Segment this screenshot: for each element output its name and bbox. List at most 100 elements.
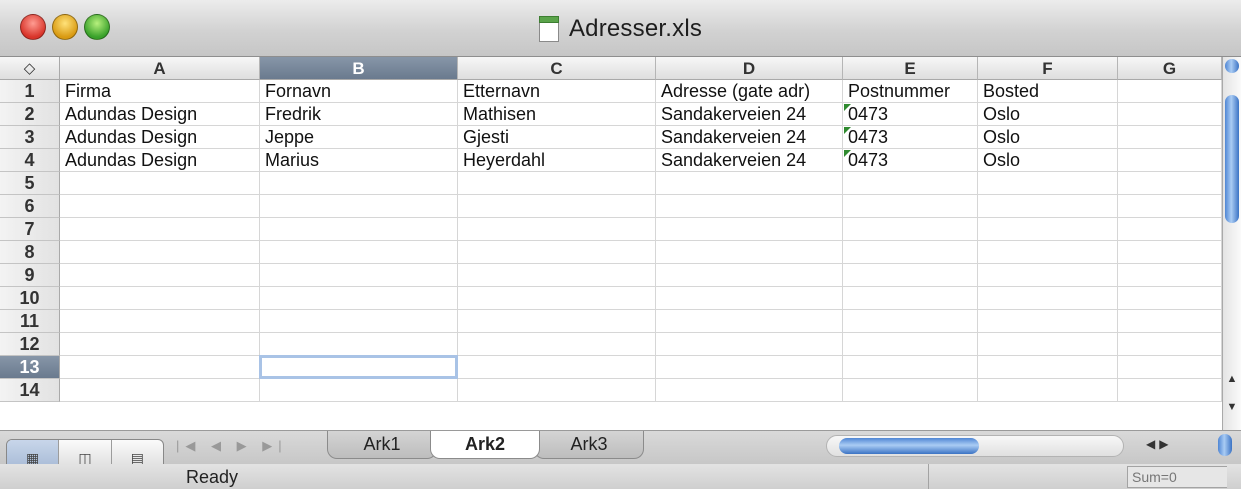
horizontal-scroll-arrows-icon[interactable]: ◀▶ [1146, 437, 1172, 451]
row-header[interactable]: 13 [0, 356, 60, 379]
cell-b10[interactable] [260, 287, 458, 310]
horizontal-scroll-thumb[interactable] [839, 438, 979, 454]
row-header[interactable]: 10 [0, 287, 60, 310]
cell-e5[interactable] [843, 172, 978, 195]
cell-e7[interactable] [843, 218, 978, 241]
cell-g5[interactable] [1118, 172, 1222, 195]
sheet-tab-ark3[interactable]: Ark3 [534, 431, 644, 459]
cell-a10[interactable] [60, 287, 260, 310]
row-header[interactable]: 2 [0, 103, 60, 126]
scroll-up-arrow-icon[interactable]: ▲ [1223, 369, 1241, 389]
cell-d4[interactable]: Sandakerveien 24 [656, 149, 843, 172]
cell-e9[interactable] [843, 264, 978, 287]
cell-c14[interactable] [458, 379, 656, 402]
cell-g6[interactable] [1118, 195, 1222, 218]
column-header-d[interactable]: D [656, 57, 843, 80]
cell-c8[interactable] [458, 241, 656, 264]
cell-f14[interactable] [978, 379, 1118, 402]
cell-c4[interactable]: Heyerdahl [458, 149, 656, 172]
cell-c13[interactable] [458, 356, 656, 379]
cell-g1[interactable] [1118, 80, 1222, 103]
cell-f11[interactable] [978, 310, 1118, 333]
cell-b11[interactable] [260, 310, 458, 333]
cell-g13[interactable] [1118, 356, 1222, 379]
row-header[interactable]: 14 [0, 379, 60, 402]
scroll-down-arrow-icon[interactable]: ▼ [1223, 397, 1241, 417]
row-header[interactable]: 7 [0, 218, 60, 241]
vertical-scroll-thumb[interactable] [1225, 95, 1239, 223]
cell-e4[interactable]: 0473 [843, 149, 978, 172]
column-header-f[interactable]: F [978, 57, 1118, 80]
row-header[interactable]: 11 [0, 310, 60, 333]
cell-f5[interactable] [978, 172, 1118, 195]
cell-a4[interactable]: Adundas Design [60, 149, 260, 172]
cell-a1[interactable]: Firma [60, 80, 260, 103]
cell-e12[interactable] [843, 333, 978, 356]
cell-e11[interactable] [843, 310, 978, 333]
cell-b8[interactable] [260, 241, 458, 264]
cell-e13[interactable] [843, 356, 978, 379]
cell-a12[interactable] [60, 333, 260, 356]
cell-b7[interactable] [260, 218, 458, 241]
cell-f10[interactable] [978, 287, 1118, 310]
cell-f2[interactable]: Oslo [978, 103, 1118, 126]
cell-g3[interactable] [1118, 126, 1222, 149]
select-all-icon[interactable]: ◇ [0, 57, 60, 80]
column-header-c[interactable]: C [458, 57, 656, 80]
cell-c9[interactable] [458, 264, 656, 287]
cell-c11[interactable] [458, 310, 656, 333]
cell-c7[interactable] [458, 218, 656, 241]
cell-d14[interactable] [656, 379, 843, 402]
cell-b2[interactable]: Fredrik [260, 103, 458, 126]
cell-a14[interactable] [60, 379, 260, 402]
sheet-navigation-arrows-icon[interactable]: |◀ ◀ ▶ ▶| [176, 438, 288, 454]
cell-e14[interactable] [843, 379, 978, 402]
cell-b13[interactable] [260, 356, 458, 379]
cell-c10[interactable] [458, 287, 656, 310]
cell-b1[interactable]: Fornavn [260, 80, 458, 103]
cell-d12[interactable] [656, 333, 843, 356]
cell-b9[interactable] [260, 264, 458, 287]
cell-f9[interactable] [978, 264, 1118, 287]
cell-g8[interactable] [1118, 241, 1222, 264]
cell-g11[interactable] [1118, 310, 1222, 333]
cell-a7[interactable] [60, 218, 260, 241]
cell-f8[interactable] [978, 241, 1118, 264]
cell-f3[interactable]: Oslo [978, 126, 1118, 149]
cell-c12[interactable] [458, 333, 656, 356]
cell-d11[interactable] [656, 310, 843, 333]
sheet-tab-ark2[interactable]: Ark2 [430, 431, 540, 459]
cell-a13[interactable] [60, 356, 260, 379]
cell-g12[interactable] [1118, 333, 1222, 356]
cell-d10[interactable] [656, 287, 843, 310]
cell-d7[interactable] [656, 218, 843, 241]
cell-d6[interactable] [656, 195, 843, 218]
cell-g4[interactable] [1118, 149, 1222, 172]
horizontal-split-handle[interactable] [1218, 434, 1232, 456]
cell-e1[interactable]: Postnummer [843, 80, 978, 103]
cell-c3[interactable]: Gjesti [458, 126, 656, 149]
auto-sum-readout[interactable]: Sum=0 [1127, 466, 1227, 488]
cell-a8[interactable] [60, 241, 260, 264]
cell-d5[interactable] [656, 172, 843, 195]
cell-b12[interactable] [260, 333, 458, 356]
cell-e8[interactable] [843, 241, 978, 264]
sheet-tab-ark1[interactable]: Ark1 [327, 431, 437, 459]
cell-a9[interactable] [60, 264, 260, 287]
cell-a11[interactable] [60, 310, 260, 333]
cell-d9[interactable] [656, 264, 843, 287]
column-header-g[interactable]: G [1118, 57, 1222, 80]
cell-c6[interactable] [458, 195, 656, 218]
cell-b4[interactable]: Marius [260, 149, 458, 172]
cell-b5[interactable] [260, 172, 458, 195]
cell-c2[interactable]: Mathisen [458, 103, 656, 126]
cell-f4[interactable]: Oslo [978, 149, 1118, 172]
row-header[interactable]: 5 [0, 172, 60, 195]
cell-e10[interactable] [843, 287, 978, 310]
cell-f12[interactable] [978, 333, 1118, 356]
cell-g10[interactable] [1118, 287, 1222, 310]
cell-a3[interactable]: Adundas Design [60, 126, 260, 149]
row-header[interactable]: 6 [0, 195, 60, 218]
cell-e6[interactable] [843, 195, 978, 218]
row-header[interactable]: 4 [0, 149, 60, 172]
